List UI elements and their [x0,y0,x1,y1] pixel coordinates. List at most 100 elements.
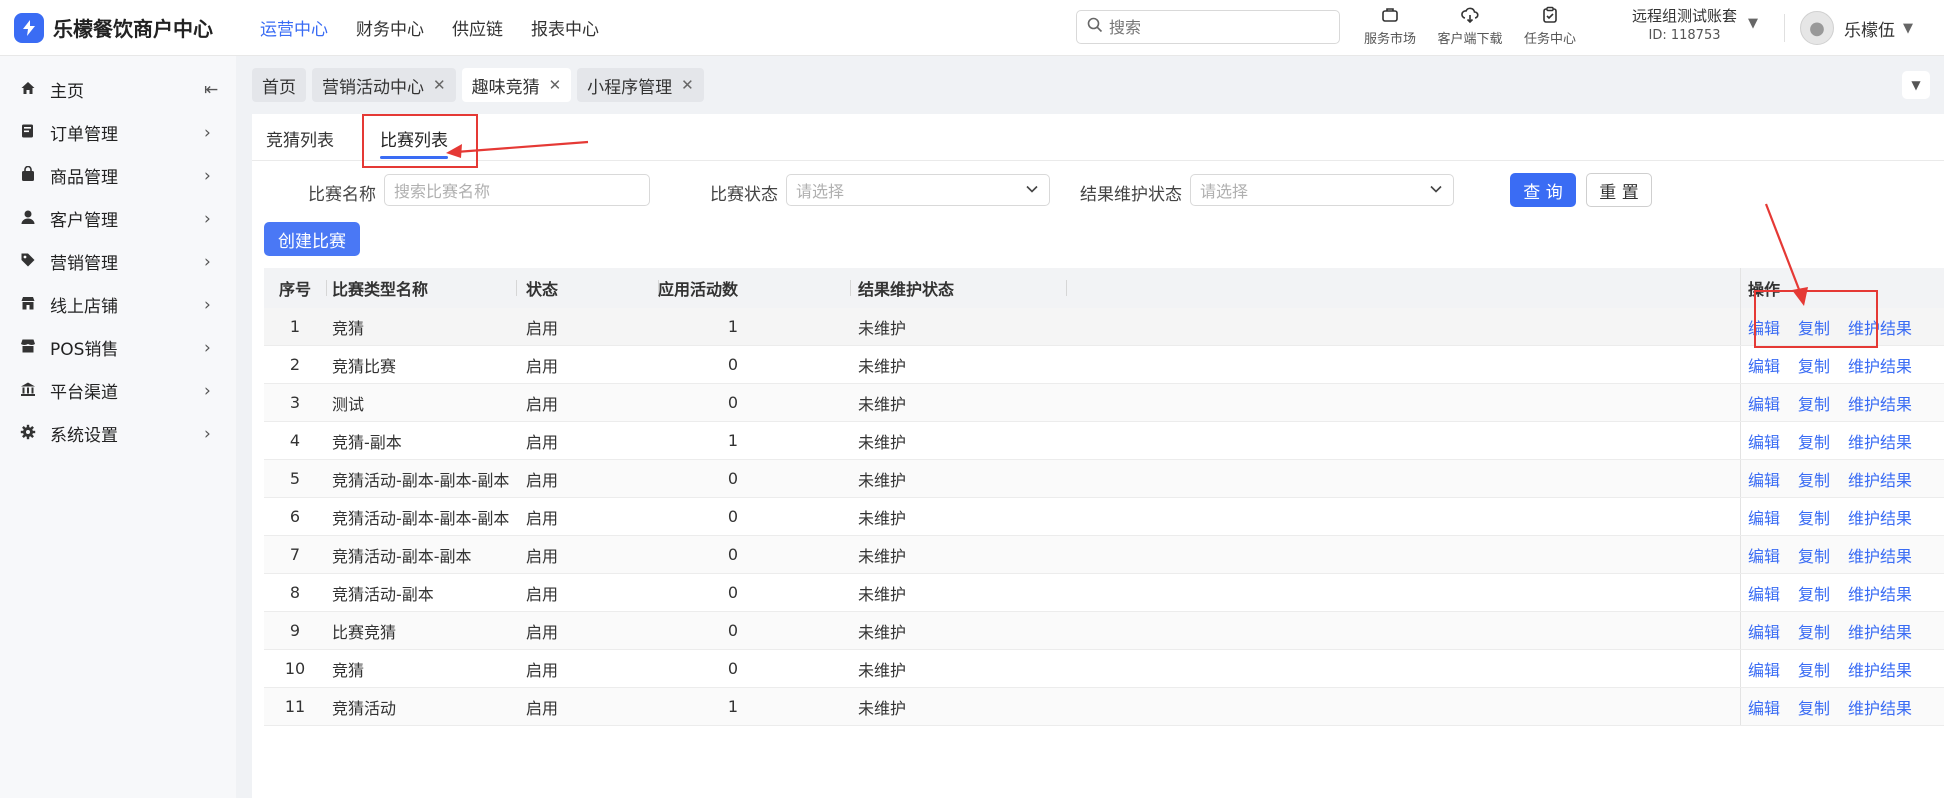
row-actions: 编辑 复制 维护结果 [1748,391,1944,415]
edit-link[interactable]: 编辑 [1748,695,1780,719]
close-icon[interactable]: ✕ [549,76,562,94]
top-nav-item-operations[interactable]: 运营中心 [260,15,328,40]
tool-task-center[interactable]: 任务中心 [1510,6,1590,47]
sidebar-item-online-store[interactable]: 线上店铺 › [0,283,236,326]
result-status-select[interactable]: 请选择 [1190,174,1454,206]
maintain-result-link[interactable]: 维护结果 [1848,619,1912,643]
top-nav-item-supply-chain[interactable]: 供应链 [452,15,503,40]
row-actions: 编辑 复制 维护结果 [1748,581,1944,605]
row-activity-count: 0 [727,469,738,488]
account-switcher[interactable]: 远程组测试账套 ID: 118753 [1632,6,1737,46]
query-button[interactable]: 查 询 [1510,173,1576,207]
row-result-status: 未维护 [858,698,907,718]
maintain-result-link[interactable]: 维护结果 [1848,657,1912,681]
copy-link[interactable]: 复制 [1798,391,1830,415]
close-icon[interactable]: ✕ [681,76,694,94]
user-menu[interactable]: ● 乐檬伍 ▼ [1800,11,1913,45]
edit-link[interactable]: 编辑 [1748,657,1780,681]
row-activity-count: 0 [727,393,738,412]
chevron-down-icon[interactable]: ▼ [1902,71,1930,99]
collapse-sidebar-icon[interactable]: ⇤ [204,80,218,100]
copy-link[interactable]: 复制 [1798,505,1830,529]
sidebar-item-settings[interactable]: 系统设置 › [0,412,236,455]
edit-link[interactable]: 编辑 [1748,353,1780,377]
sidebar-item-label: 营销管理 [50,254,118,274]
row-name: 测试 [332,394,365,414]
row-result-status: 未维护 [858,508,907,528]
sidebar: 主页 ⇤ 订单管理 › 商品管理 › 客户管理 › 营销管理 › 线上店铺 › [0,56,236,798]
maintain-result-link[interactable]: 维护结果 [1848,505,1912,529]
chevron-down-icon [1025,183,1039,197]
maintain-result-link[interactable]: 维护结果 [1848,353,1912,377]
home-icon [18,80,38,100]
match-status-label: 比赛状态 [710,185,778,205]
match-status-select[interactable]: 请选择 [786,174,1050,206]
copy-link[interactable]: 复制 [1798,581,1830,605]
search-input[interactable] [1109,17,1329,37]
maintain-result-link[interactable]: 维护结果 [1848,695,1912,719]
brand[interactable]: 乐檬餐饮商户中心 [0,12,236,43]
chevron-right-icon: › [204,423,211,444]
table-row: 8 竞猜活动-副本 启用 0 未维护 编辑 复制 维护结果 [264,574,1944,612]
copy-link[interactable]: 复制 [1798,695,1830,719]
edit-link[interactable]: 编辑 [1748,581,1780,605]
maintain-result-link[interactable]: 维护结果 [1848,581,1912,605]
maintain-result-link[interactable]: 维护结果 [1848,391,1912,415]
maintain-result-link[interactable]: 维护结果 [1848,467,1912,491]
sidebar-item-pos-sales[interactable]: POS销售 › [0,326,236,369]
copy-link[interactable]: 复制 [1798,657,1830,681]
chevron-down-icon[interactable]: ▼ [1748,16,1758,31]
copy-link[interactable]: 复制 [1798,353,1830,377]
match-name-field[interactable]: 搜索比赛名称 [384,174,650,206]
copy-link[interactable]: 复制 [1798,543,1830,567]
sidebar-item-home[interactable]: 主页 ⇤ [0,68,236,111]
copy-link[interactable]: 复制 [1798,429,1830,453]
row-result-status: 未维护 [858,318,907,338]
sidebar-item-label: 线上店铺 [50,297,118,317]
tool-service-market[interactable]: 服务市场 [1350,6,1430,47]
create-match-button[interactable]: 创建比赛 [264,222,360,256]
edit-link[interactable]: 编辑 [1748,543,1780,567]
row-result-status: 未维护 [858,622,907,642]
page-tab-fun-guess[interactable]: 趣味竞猜 ✕ [461,68,572,102]
tool-client-download[interactable]: 客户端下载 [1430,6,1510,47]
row-index: 1 [289,317,301,336]
shop-icon [18,295,38,315]
sidebar-item-orders[interactable]: 订单管理 › [0,111,236,154]
row-name: 竞猜活动-副本-副本-副本 [332,508,510,528]
sidebar-item-products[interactable]: 商品管理 › [0,154,236,197]
page-tab-home[interactable]: 首页 [252,68,306,102]
top-nav-item-finance[interactable]: 财务中心 [356,15,424,40]
copy-link[interactable]: 复制 [1798,467,1830,491]
edit-link[interactable]: 编辑 [1748,505,1780,529]
reset-button[interactable]: 重 置 [1586,173,1652,207]
content-panel: 竞猜列表 比赛列表 比赛名称 搜索比赛名称 比赛状态 请选择 结果维护状态 请选… [252,114,1944,798]
maintain-result-link[interactable]: 维护结果 [1848,543,1912,567]
header-activity-count: 应用活动数 [657,280,738,299]
chevron-right-icon: › [204,294,211,315]
table-row: 11 竞猜活动 启用 1 未维护 编辑 复制 维护结果 [264,688,1944,726]
row-name: 竞猜 [332,660,365,680]
global-search[interactable] [1076,10,1340,44]
maintain-result-link[interactable]: 维护结果 [1848,429,1912,453]
tab-guess-list[interactable]: 竞猜列表 [266,126,334,159]
top-nav-item-reports[interactable]: 报表中心 [531,15,599,40]
chevron-down-icon [1429,183,1443,197]
edit-link[interactable]: 编辑 [1748,619,1780,643]
close-icon[interactable]: ✕ [433,76,446,94]
sidebar-item-marketing[interactable]: 营销管理 › [0,240,236,283]
row-actions: 编辑 复制 维护结果 [1748,467,1944,491]
edit-link[interactable]: 编辑 [1748,467,1780,491]
edit-link[interactable]: 编辑 [1748,429,1780,453]
edit-link[interactable]: 编辑 [1748,391,1780,415]
copy-link[interactable]: 复制 [1798,619,1830,643]
page-tab-marketing-center[interactable]: 营销活动中心 ✕ [312,68,456,102]
sidebar-item-platform-channels[interactable]: 平台渠道 › [0,369,236,412]
page-tab-mini-program[interactable]: 小程序管理 ✕ [577,68,704,102]
sidebar-item-label: 系统设置 [50,426,118,446]
divider [1784,14,1785,42]
page-tab-label: 趣味竞猜 [471,77,540,98]
table-row: 10 竞猜 启用 0 未维护 编辑 复制 维护结果 [264,650,1944,688]
sidebar-item-customers[interactable]: 客户管理 › [0,197,236,240]
store-icon [18,338,38,358]
